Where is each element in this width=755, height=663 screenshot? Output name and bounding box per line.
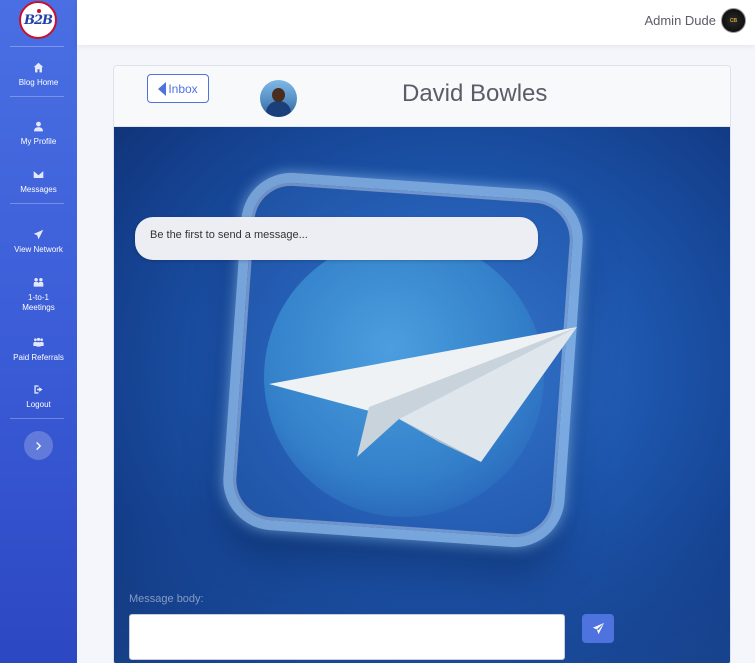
home-icon	[0, 62, 77, 76]
sidebar-item-view-network[interactable]: View Network	[0, 229, 77, 255]
sidebar-item-1-to-1-meetings[interactable]: 1-to-1 Meetings	[0, 277, 77, 313]
sidebar-divider	[10, 203, 64, 204]
brand-logo[interactable]: B2B	[19, 1, 57, 39]
brand-logo-text: B2B	[23, 12, 53, 28]
empty-thread-text: Be the first to send a message...	[150, 229, 308, 241]
logout-icon	[0, 384, 77, 398]
caret-left-icon	[158, 81, 167, 96]
sidebar-item-messages[interactable]: Messages	[0, 169, 77, 195]
paper-plane-icon	[592, 622, 604, 635]
sidebar-item-label: View Network	[14, 245, 63, 254]
sidebar-item-label: 1-to-1 Meetings	[22, 293, 55, 312]
sidebar-item-label: Blog Home	[18, 78, 59, 87]
contact-avatar	[260, 80, 297, 117]
send-message-button[interactable]	[582, 614, 614, 643]
sidebar-item-blog-home[interactable]: Blog Home	[0, 62, 77, 88]
contact-name: David Bowles	[402, 80, 548, 107]
sidebar-item-label: Paid Referrals	[13, 353, 64, 362]
user-name[interactable]: Admin Dude	[644, 13, 716, 28]
avatar-text: CB	[729, 17, 738, 24]
sidebar-item-label: Logout	[26, 400, 51, 409]
sidebar-divider	[10, 96, 64, 97]
top-bar: Admin Dude CB	[77, 0, 755, 45]
paper-plane-icon	[0, 229, 77, 243]
sidebar-divider	[10, 46, 64, 47]
conversation-header: Inbox David Bowles	[114, 66, 730, 127]
back-to-inbox-button[interactable]: Inbox	[147, 74, 209, 103]
users-icon	[0, 337, 77, 351]
chevron-right-icon	[35, 441, 41, 450]
conversation-card: Inbox David Bowles Be the first to send …	[113, 65, 731, 663]
message-body-input[interactable]	[129, 614, 565, 660]
user-avatar[interactable]: CB	[721, 8, 746, 33]
message-thread: Be the first to send a message... Messag…	[114, 127, 730, 663]
empty-thread-message: Be the first to send a message...	[135, 217, 538, 260]
sidebar-item-logout[interactable]: Logout	[0, 384, 77, 410]
envelope-icon	[0, 169, 77, 183]
sidebar: B2B Blog Home My Profile Messages View N…	[0, 0, 77, 663]
paper-plane-illustration	[269, 327, 577, 462]
sidebar-item-label: My Profile	[20, 137, 57, 146]
sidebar-item-paid-referrals[interactable]: Paid Referrals	[0, 337, 77, 363]
people-icon	[0, 277, 77, 291]
sidebar-divider	[10, 418, 64, 419]
sidebar-item-label: Messages	[20, 185, 57, 194]
user-icon	[0, 121, 77, 135]
back-button-label: Inbox	[168, 81, 198, 96]
sidebar-item-my-profile[interactable]: My Profile	[0, 121, 77, 147]
message-body-label: Message body:	[129, 593, 204, 605]
sidebar-toggle-button[interactable]	[24, 431, 53, 460]
